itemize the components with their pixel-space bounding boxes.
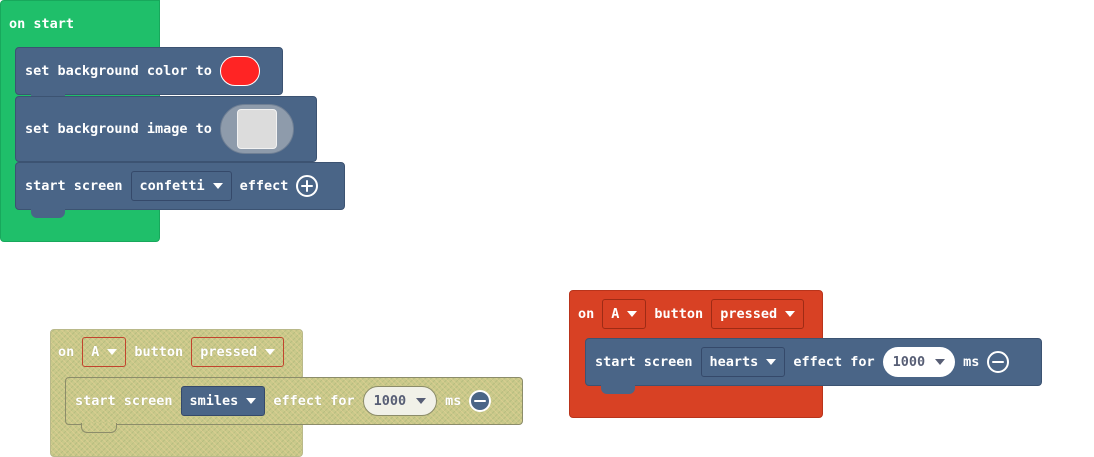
duration-field[interactable]: 1000 [882, 347, 956, 377]
plus-circle-icon[interactable] [296, 175, 319, 197]
image-thumbnail [236, 109, 277, 149]
dropdown-arrow-icon [766, 359, 777, 365]
start-screen-label: start screen [75, 393, 173, 409]
effect-dropdown[interactable]: hearts [700, 347, 786, 377]
dropdown-arrow-icon [265, 349, 276, 355]
ms-label: ms [445, 393, 462, 409]
button-dropdown[interactable]: A [82, 337, 127, 367]
on-start-label: on start [9, 16, 75, 32]
on-label: on [58, 344, 75, 360]
duration-field[interactable]: 1000 [362, 386, 438, 416]
effect-dropdown[interactable]: smiles [180, 386, 266, 416]
on-label: on [578, 306, 595, 322]
set-background-image-label: set background image to [25, 121, 212, 137]
set-background-image-block[interactable]: set background image to [15, 96, 317, 162]
color-picker-swatch[interactable] [219, 56, 260, 86]
button-dropdown-value: A [91, 344, 100, 360]
duration-value: 1000 [373, 393, 407, 409]
start-screen-label: start screen [595, 354, 693, 370]
minus-circle-icon[interactable] [987, 351, 1010, 373]
state-dropdown-value: pressed [200, 344, 258, 360]
button-label: button [134, 344, 184, 360]
disabled-start-screen-block[interactable]: start screen smiles effect for 1000 ms [65, 377, 523, 433]
state-dropdown[interactable]: pressed [191, 337, 285, 367]
duration-value: 1000 [892, 354, 926, 370]
dropdown-arrow-icon [212, 183, 223, 189]
effect-for-label: effect for [793, 354, 875, 370]
start-screen-effect-block[interactable]: start screen confetti effect [15, 162, 345, 218]
set-background-color-label: set background color to [25, 63, 212, 79]
button-label: button [654, 306, 704, 322]
button-dropdown-value: A [611, 306, 620, 322]
dropdown-arrow-icon [935, 359, 946, 365]
state-dropdown[interactable]: pressed [711, 299, 805, 329]
dropdown-arrow-icon [627, 311, 638, 317]
minus-circle-icon[interactable] [469, 390, 492, 412]
dropdown-arrow-icon [107, 349, 118, 355]
block-notch [601, 385, 635, 394]
image-picker-field[interactable] [219, 104, 294, 154]
ms-label: ms [963, 354, 980, 370]
dropdown-arrow-icon [785, 311, 796, 317]
button-dropdown[interactable]: A [602, 299, 647, 329]
block-notch [81, 423, 117, 433]
effect-label: effect [239, 178, 289, 194]
dropdown-arrow-icon [246, 398, 257, 404]
effect-dropdown-value: confetti [139, 178, 205, 194]
dropdown-arrow-icon [416, 398, 427, 404]
effect-for-label: effect for [273, 393, 355, 409]
start-screen-label: start screen [25, 178, 123, 194]
effect-dropdown-value: smiles [189, 393, 239, 409]
effect-dropdown-value: hearts [709, 354, 759, 370]
state-dropdown-value: pressed [720, 306, 778, 322]
block-notch [31, 209, 65, 218]
effect-dropdown[interactable]: confetti [130, 171, 232, 201]
start-screen-hearts-block[interactable]: start screen hearts effect for 1000 ms [585, 338, 1042, 394]
set-background-color-block[interactable]: set background color to [15, 47, 283, 103]
